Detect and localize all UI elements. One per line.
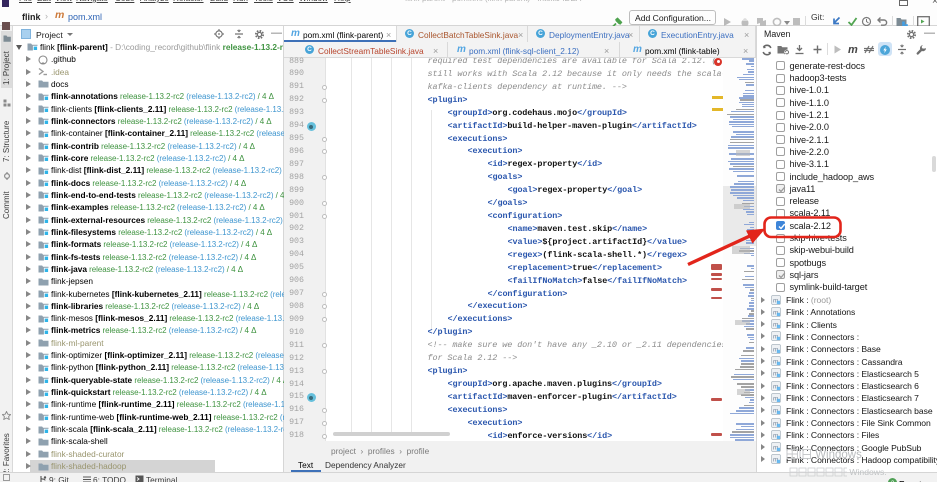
svg-text:m: m <box>848 44 858 55</box>
